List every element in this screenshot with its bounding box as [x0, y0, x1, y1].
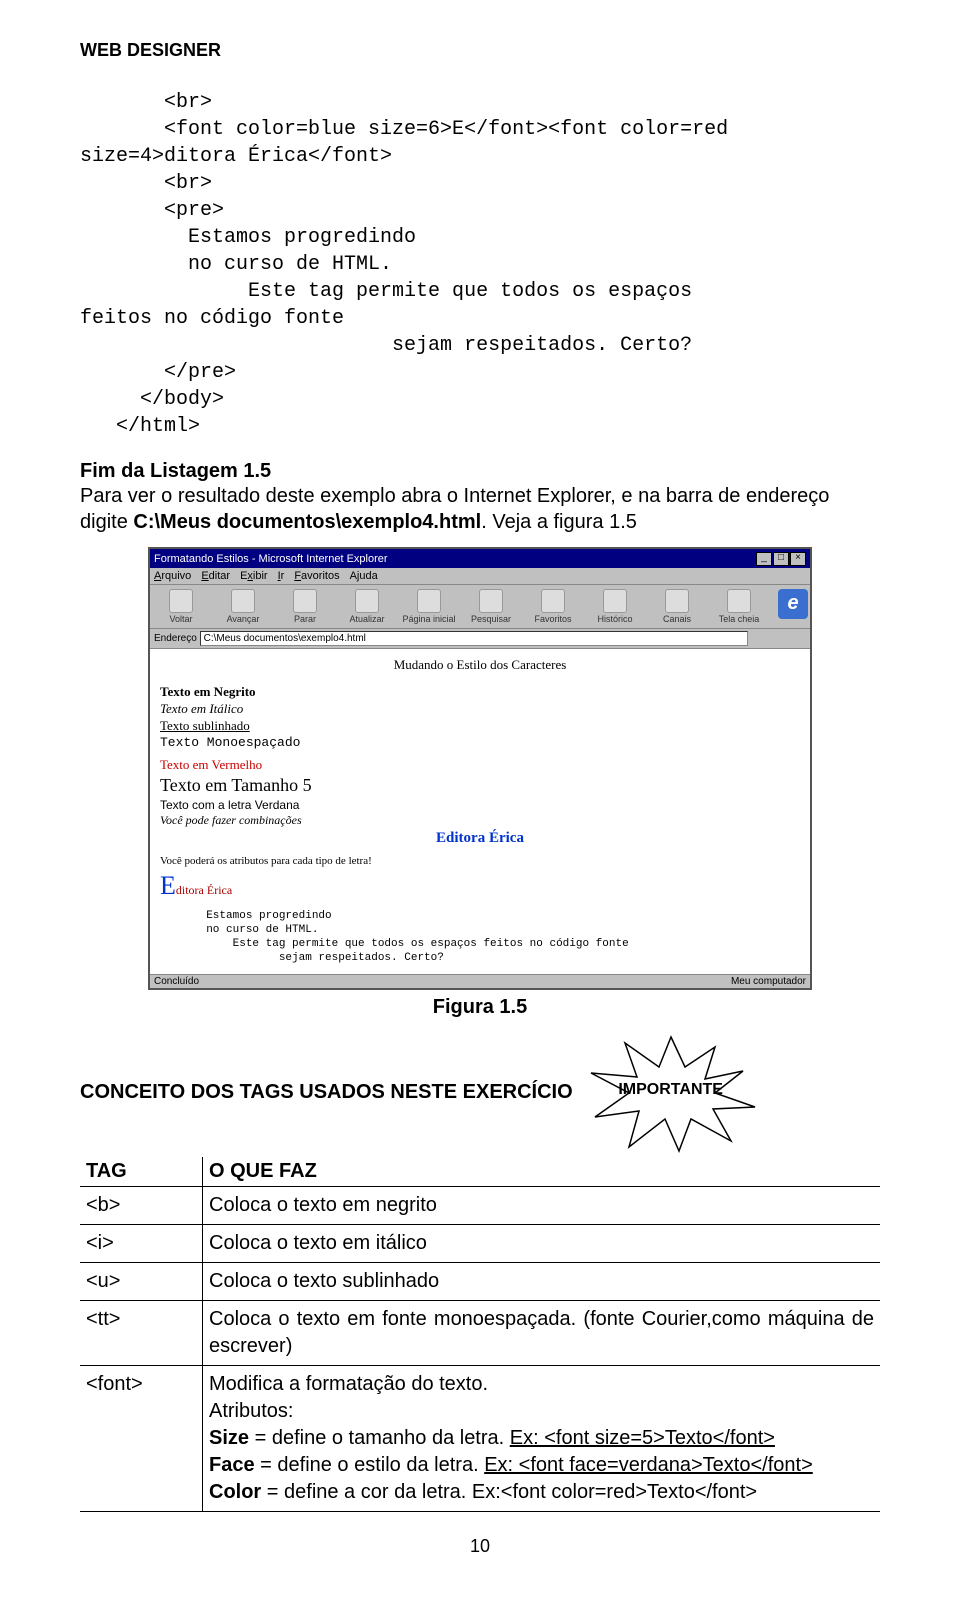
browser-screenshot: Formatando Estilos - Microsoft Internet … — [148, 547, 812, 990]
fullscreen-button: Tela cheia — [710, 589, 768, 624]
window-title: Formatando Estilos - Microsoft Internet … — [154, 553, 388, 565]
search-button: Pesquisar — [462, 589, 520, 624]
instruction-paragraph: Para ver o resultado deste exemplo abra … — [80, 483, 880, 535]
tags-table: TAG O QUE FAZ <b>Coloca o texto em negri… — [80, 1157, 880, 1512]
table-row: <u>Coloca o texto sublinhado — [80, 1262, 880, 1300]
page-number: 10 — [80, 1536, 880, 1557]
menu-bar: ArquivoEditarExibirIrFavoritosAjuda — [150, 568, 810, 585]
back-button: Voltar — [152, 589, 210, 624]
browser-viewport: Mudando o Estilo dos Caracteres Texto em… — [150, 649, 810, 974]
window-controls: _□× — [755, 551, 806, 566]
page-header: WEB DESIGNER — [80, 40, 880, 61]
channels-button: Canais — [648, 589, 706, 624]
address-bar: Endereço C:\Meus documentos\exemplo4.htm… — [150, 629, 810, 649]
starburst-label: IMPORTANTE — [581, 1081, 761, 1099]
figure-caption: Figura 1.5 — [80, 996, 880, 1019]
table-row: <i>Coloca o texto em itálico — [80, 1224, 880, 1262]
favorites-button: Favoritos — [524, 589, 582, 624]
refresh-button: Atualizar — [338, 589, 396, 624]
concept-heading: CONCEITO DOS TAGS USADOS NESTE EXERCÍCIO — [80, 1081, 573, 1104]
table-row: <b>Coloca o texto em negrito — [80, 1186, 880, 1224]
importance-starburst: IMPORTANTE — [581, 1033, 761, 1153]
toolbar: Voltar Avançar Parar Atualizar Página in… — [150, 585, 810, 629]
ie-logo-icon: e — [778, 589, 808, 619]
col-tag: TAG — [80, 1157, 203, 1187]
window-titlebar: Formatando Estilos - Microsoft Internet … — [150, 549, 810, 568]
status-bar: Concluído Meu computador — [150, 974, 810, 988]
table-row: <font> Modifica a formatação do texto. A… — [80, 1365, 880, 1511]
forward-button: Avançar — [214, 589, 272, 624]
history-button: Histórico — [586, 589, 644, 624]
address-field: C:\Meus documentos\exemplo4.html — [200, 631, 748, 646]
code-listing: <br> <font color=blue size=6>E</font><fo… — [80, 89, 880, 440]
home-button: Página inicial — [400, 589, 458, 624]
col-desc: O QUE FAZ — [203, 1157, 881, 1187]
stop-button: Parar — [276, 589, 334, 624]
table-row: <tt> Coloca o texto em fonte monoespaçad… — [80, 1300, 880, 1365]
listing-end-label: Fim da Listagem 1.5 — [80, 460, 880, 483]
